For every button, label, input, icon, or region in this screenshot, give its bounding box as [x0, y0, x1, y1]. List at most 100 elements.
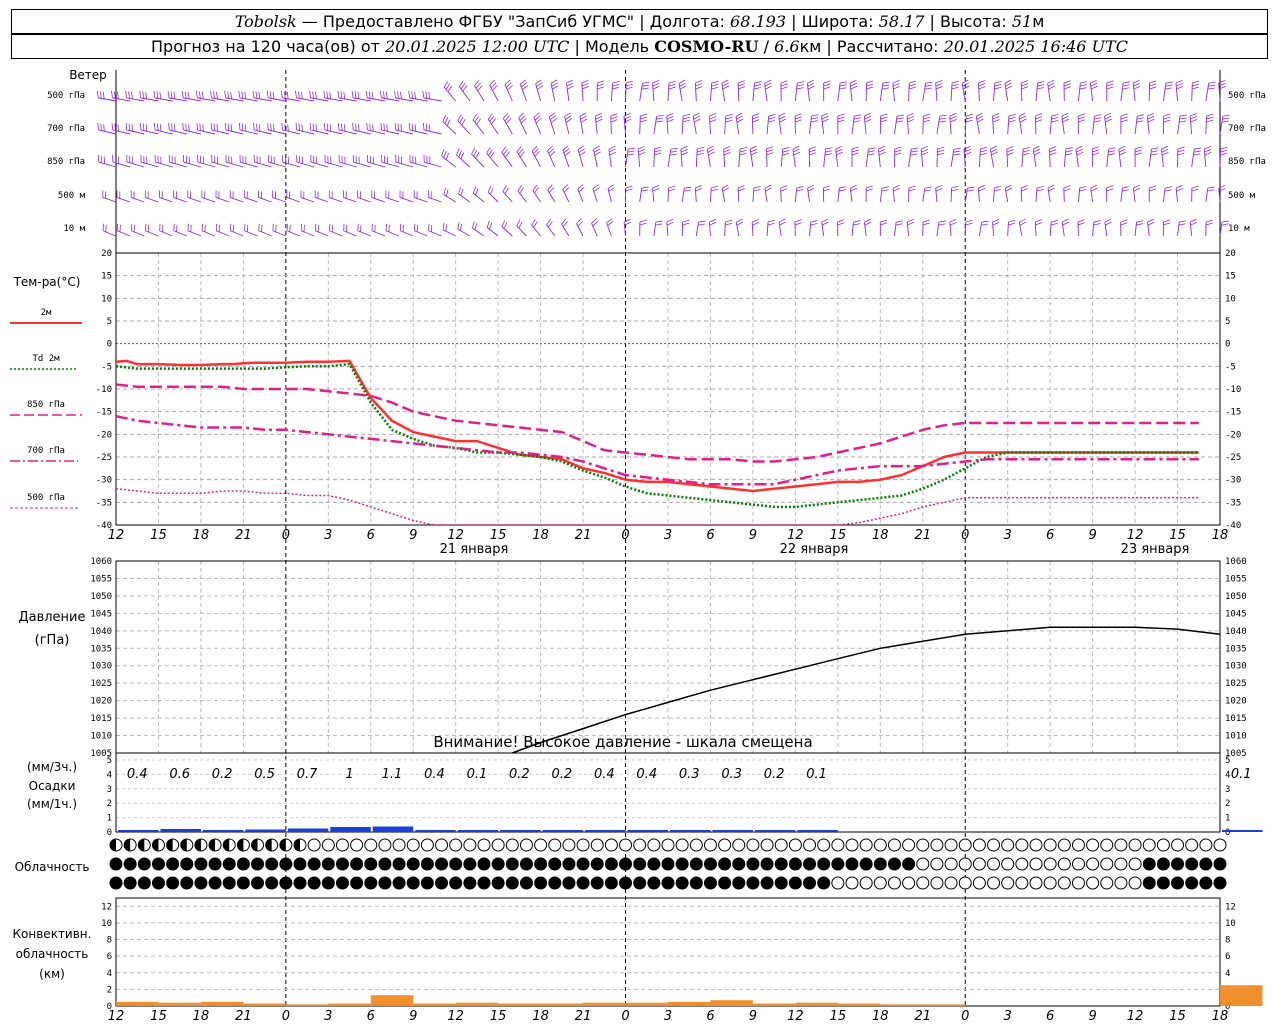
wind-barb-flag: [355, 123, 357, 131]
wind-barb-flag: [476, 118, 481, 125]
wind-barb-flag: [1208, 81, 1216, 84]
wind-barb-flag: [922, 222, 930, 226]
wind-barb-flag: [593, 148, 601, 153]
wind-barb: [561, 223, 570, 237]
meteogram-chart: -40 -40-35 -35-30 -30-25 -25-20 -20-15 -15-10-…: [10, 68, 1266, 1024]
wind-barb-flag: [548, 187, 555, 193]
hour-tick-label-bottom: 15: [150, 1009, 167, 1024]
wind-barb-flag: [951, 83, 959, 87]
wind-barb-flag: [491, 118, 497, 125]
wind-barb-flag: [1035, 222, 1043, 226]
pressure-tick-label: 1040: [90, 627, 112, 637]
wind-barb-flag: [892, 79, 900, 84]
pressure-tick-label: 1010: [90, 732, 112, 742]
wind-barb-flag: [1036, 188, 1044, 192]
wind-barb-flag: [504, 151, 510, 158]
cloud-symbol: [265, 876, 279, 890]
wind-barb-flag: [793, 148, 800, 153]
cloud-symbol: [321, 876, 335, 890]
cloud-symbol: [548, 857, 562, 871]
wind-barb: [300, 197, 315, 203]
wind-barb-flag: [654, 146, 662, 150]
wind-barb-flag: [1120, 113, 1128, 117]
wind-barb-flag: [697, 146, 705, 150]
wind-barb-flag: [516, 219, 521, 227]
wind-barb-flag: [794, 222, 802, 226]
cloud-symbol: [364, 876, 378, 890]
wind-barb-flag: [992, 222, 1000, 226]
precip-bar: [712, 830, 753, 832]
wind-barb-flag: [503, 148, 508, 156]
wind-barb-flag: [380, 122, 382, 130]
cloud-symbol: [1114, 838, 1128, 852]
wind-barb-flag: [853, 223, 861, 226]
wind-barb-flag: [266, 90, 269, 98]
wind-barb-flag: [1008, 219, 1016, 223]
cloud-symbol-half: [223, 839, 230, 851]
cloud-symbol: [477, 876, 491, 890]
wind-barb-flag: [338, 122, 340, 130]
cloud-symbol: [194, 876, 208, 890]
cloud-symbol: [1185, 838, 1199, 852]
wind-barb-flag: [1119, 151, 1126, 156]
hour-tick-label-bottom: 0: [282, 1009, 290, 1024]
wind-barb-flag: [1019, 118, 1027, 123]
cloud-symbol: [449, 838, 463, 852]
precip-bar: [754, 830, 796, 832]
wind-barb-flag: [445, 189, 449, 197]
wind-barb-flag: [1079, 87, 1087, 90]
wind-barb-flag: [394, 122, 397, 130]
wind-barb-flag: [1079, 189, 1087, 192]
hour-tick-label: 9: [749, 528, 757, 543]
wind-barb-flag: [1093, 220, 1101, 223]
wind-barb-flag: [1062, 221, 1070, 226]
wind-barb: [1189, 222, 1193, 237]
wind-barb-flag: [866, 188, 873, 192]
wind-level-10m: 10 м: [63, 224, 85, 234]
wind-barb-flag: [1079, 84, 1087, 87]
temp-tick-label-right: 20: [1225, 249, 1236, 259]
wind-barb-flag: [1179, 120, 1187, 123]
cloud-symbol: [958, 857, 972, 871]
conv-title-2: облачность: [16, 947, 89, 961]
cloud-symbol: [109, 876, 123, 890]
cloud-symbol: [1128, 838, 1142, 852]
cloud-symbol: [420, 876, 434, 890]
wind-barb-flag: [821, 115, 829, 120]
conv-tick-label: 10: [101, 919, 112, 929]
wind-barb-flag: [284, 123, 286, 131]
wind-barb-flag: [652, 86, 660, 90]
wind-barb-flag: [474, 116, 480, 123]
hour-tick-label: 21: [575, 528, 592, 543]
wind-barb-flag: [422, 90, 425, 98]
wind-barb-flag: [666, 221, 674, 226]
wind-level-700hpa: 700 гПа: [47, 124, 85, 134]
wind-barb-flag: [794, 219, 802, 223]
pressure-tick-label-right: 1035: [1225, 644, 1247, 654]
cloud-symbol: [335, 876, 349, 890]
wind-barb-flag: [1093, 120, 1101, 123]
wind-barb-flag: [782, 153, 790, 156]
pressure-tick-label-right: 1050: [1225, 592, 1247, 602]
wind-barb-flag: [811, 114, 819, 117]
wind-barb-flag: [576, 218, 582, 224]
temp-series-2: [115, 383, 1199, 463]
wind-barb-flag: [608, 187, 615, 192]
wind-barb-flag: [753, 87, 761, 90]
wind-barb-flag: [609, 151, 617, 156]
wind-barb: [173, 197, 187, 203]
wind-barb-flag: [994, 80, 1002, 84]
wind-barb-flag: [315, 124, 318, 132]
wind-barb-flag: [850, 85, 858, 90]
wind-barb-flag: [752, 116, 760, 120]
wind-barb-flag: [592, 184, 599, 190]
cloud-symbol: [307, 876, 321, 890]
cloud-symbol: [562, 857, 576, 871]
wind-barb-flag: [1006, 152, 1014, 156]
wind-barb-flag: [187, 91, 190, 99]
cloud-symbol-half: [194, 839, 201, 851]
wind-barb-flag: [880, 113, 888, 117]
temp-tick-label: -35: [96, 498, 112, 508]
wind-barb-flag: [565, 115, 572, 120]
wind-barb-flag: [1076, 151, 1084, 156]
